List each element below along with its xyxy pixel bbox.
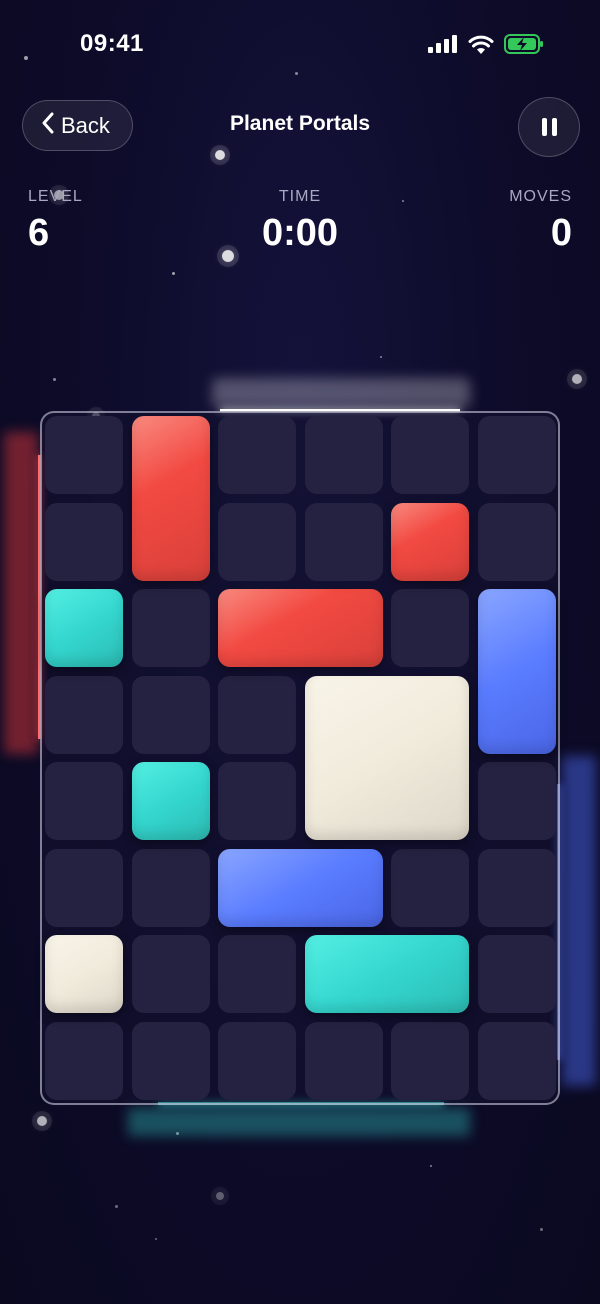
pause-icon xyxy=(539,118,559,136)
wifi-icon xyxy=(468,35,494,59)
teal-block[interactable] xyxy=(304,935,469,1013)
red-block[interactable] xyxy=(391,502,469,581)
game-board xyxy=(40,411,560,1105)
teal-block[interactable] xyxy=(131,762,210,840)
board-cell[interactable] xyxy=(477,935,556,1013)
board-cell[interactable] xyxy=(131,589,210,667)
board-cell[interactable] xyxy=(304,1021,383,1100)
status-icons xyxy=(428,34,544,59)
board-cell[interactable] xyxy=(45,1021,123,1100)
board-cell[interactable] xyxy=(45,762,123,840)
battery-charging-icon xyxy=(504,34,544,59)
board-cell[interactable] xyxy=(131,848,210,927)
red-block[interactable] xyxy=(131,416,210,581)
board-cell[interactable] xyxy=(477,502,556,581)
page-title: Planet Portals xyxy=(229,112,371,135)
moves-stat: MOVES 0 xyxy=(509,188,572,255)
board-cell[interactable] xyxy=(218,762,296,840)
board-cell[interactable] xyxy=(218,502,296,581)
moves-label: MOVES xyxy=(509,188,572,205)
red-block[interactable] xyxy=(218,589,383,667)
cellular-signal-icon xyxy=(428,35,458,58)
board-cell[interactable] xyxy=(131,935,210,1013)
board-cell[interactable] xyxy=(391,1021,469,1100)
cream-block[interactable] xyxy=(304,675,469,840)
board-cell[interactable] xyxy=(218,416,296,494)
board-cell[interactable] xyxy=(477,762,556,840)
board-cell[interactable] xyxy=(218,675,296,754)
board-cell[interactable] xyxy=(218,1021,296,1100)
status-time: 09:41 xyxy=(80,30,144,57)
board-cell[interactable] xyxy=(477,848,556,927)
board-cell[interactable] xyxy=(391,416,469,494)
board-cell[interactable] xyxy=(304,416,383,494)
board-cell[interactable] xyxy=(131,675,210,754)
board-cell[interactable] xyxy=(477,1021,556,1100)
pause-button[interactable] xyxy=(518,97,580,157)
board-cell[interactable] xyxy=(45,416,123,494)
moves-value: 0 xyxy=(550,212,572,254)
teal-block[interactable] xyxy=(45,589,123,667)
board-cell[interactable] xyxy=(391,848,469,927)
board-cell[interactable] xyxy=(45,848,123,927)
board-cell[interactable] xyxy=(45,502,123,581)
cream-block[interactable] xyxy=(45,935,123,1013)
board-cell[interactable] xyxy=(218,935,296,1013)
board-cell[interactable] xyxy=(391,589,469,667)
blue-block[interactable] xyxy=(477,589,556,754)
board-cell[interactable] xyxy=(45,675,123,754)
board-cell[interactable] xyxy=(304,502,383,581)
board-cell[interactable] xyxy=(131,1021,210,1100)
blue-block[interactable] xyxy=(218,848,383,927)
board-cell[interactable] xyxy=(477,416,556,494)
